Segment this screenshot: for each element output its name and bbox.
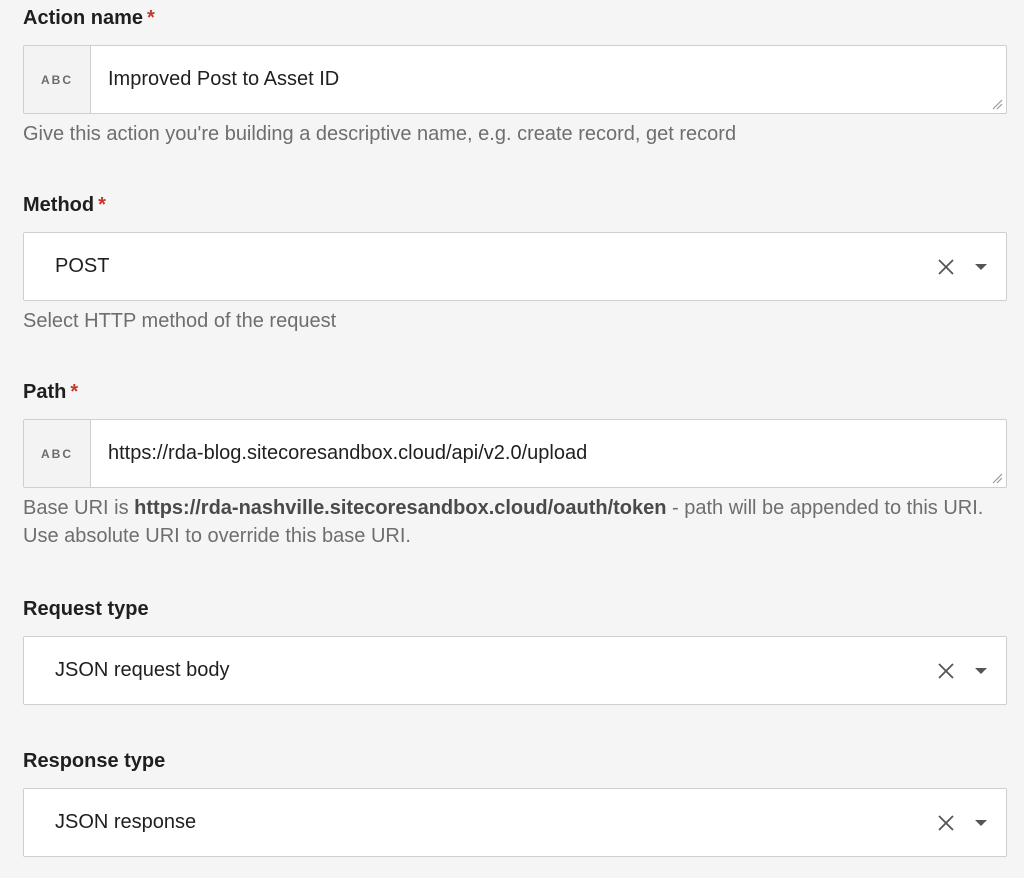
method-select[interactable]: POST: [23, 232, 1007, 301]
action-name-field: Action name * ABC Improved Post to Asset …: [23, 5, 1007, 148]
response-type-label: Response type: [23, 750, 166, 772]
request-type-label: Request type: [23, 598, 149, 620]
caret-down-icon[interactable]: [974, 263, 988, 271]
response-type-field: Response type JSON response: [23, 748, 1007, 857]
response-type-value: JSON response: [55, 811, 197, 833]
action-name-value[interactable]: Improved Post to Asset ID: [91, 46, 1006, 113]
action-name-help: Give this action you're building a descr…: [23, 123, 737, 145]
method-label: Method *: [23, 194, 106, 216]
required-marker: *: [70, 381, 79, 403]
required-marker: *: [147, 7, 155, 29]
required-marker: *: [98, 194, 106, 216]
action-name-label: Action name *: [23, 7, 155, 29]
method-help: Select HTTP method of the request: [23, 310, 337, 332]
base-uri: https://rda-nashville.sitecoresandbox.cl…: [134, 497, 667, 519]
action-form: Action name * ABC Improved Post to Asset …: [0, 0, 1024, 878]
method-value: POST: [55, 255, 110, 277]
text-type-tag: ABC: [24, 420, 91, 487]
close-icon[interactable]: [937, 662, 955, 680]
path-input[interactable]: ABC https://rda-blog.sitecoresandbox.clo…: [23, 419, 1007, 488]
path-field: Path * ABC https://rda-blog.sitecoresandb…: [23, 379, 1007, 550]
close-icon[interactable]: [937, 258, 955, 276]
path-label: Path *: [23, 381, 79, 403]
action-name-input[interactable]: ABC Improved Post to Asset ID: [23, 45, 1007, 114]
request-type-select[interactable]: JSON request body: [23, 636, 1007, 705]
path-help: Base URI is https://rda-nashville.siteco…: [23, 497, 984, 547]
close-icon[interactable]: [937, 814, 955, 832]
caret-down-icon[interactable]: [974, 819, 988, 827]
request-type-field: Request type JSON request body: [23, 596, 1007, 705]
response-type-select[interactable]: JSON response: [23, 788, 1007, 857]
resize-handle-icon[interactable]: [991, 98, 1003, 110]
path-value[interactable]: https://rda-blog.sitecoresandbox.cloud/a…: [91, 420, 1006, 487]
request-type-value: JSON request body: [55, 659, 230, 681]
resize-handle-icon[interactable]: [991, 472, 1003, 484]
method-field: Method * POST Select HTTP method of the r…: [23, 192, 1007, 335]
caret-down-icon[interactable]: [974, 667, 988, 675]
text-type-tag: ABC: [24, 46, 91, 113]
